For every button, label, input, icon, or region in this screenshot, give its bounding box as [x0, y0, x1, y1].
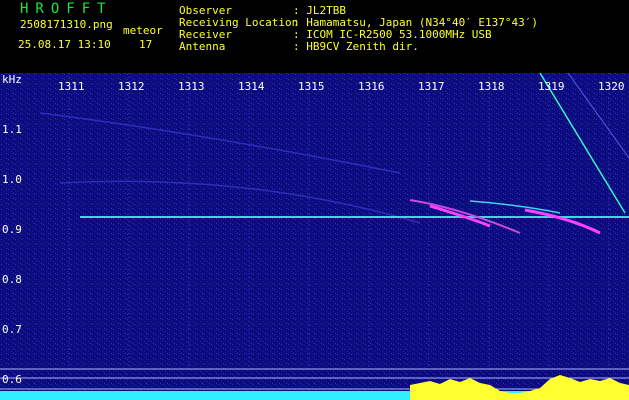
type-label: meteor [123, 24, 163, 37]
y-tick-label: 0.9 [2, 223, 22, 236]
y-tick-label: 0.7 [2, 323, 22, 336]
antenna-label: Antenna [179, 40, 226, 53]
spectrogram-background [0, 73, 629, 400]
filename: 2508171310.png [20, 18, 113, 31]
x-tick-label: 1313 [178, 80, 205, 93]
app-title: HROFFT [20, 1, 113, 17]
x-tick-label: 1320 [598, 80, 625, 93]
y-tick-label: 1.0 [2, 173, 22, 186]
y-tick-label: 0.8 [2, 273, 22, 286]
x-tick-label: 1311 [58, 80, 85, 93]
header-panel: HROFFT 2508171310.png meteor 25.08.17 13… [0, 0, 629, 73]
x-tick-label: 1312 [118, 80, 145, 93]
spectrogram [0, 73, 629, 400]
x-tick-label: 1319 [538, 80, 565, 93]
antenna-value: : HB9CV Zenith dir. [293, 40, 419, 53]
x-tick-label: 1314 [238, 80, 265, 93]
x-tick-label: 1316 [358, 80, 385, 93]
x-tick-label: 1317 [418, 80, 445, 93]
x-tick-label: 1315 [298, 80, 325, 93]
y-unit-label: kHz [2, 73, 22, 86]
y-tick-label: 1.1 [2, 123, 22, 136]
count: 17 [139, 38, 153, 51]
datetime: 25.08.17 13:10 [18, 38, 111, 51]
y-tick-label: 0.6 [2, 373, 22, 386]
x-tick-label: 1318 [478, 80, 505, 93]
